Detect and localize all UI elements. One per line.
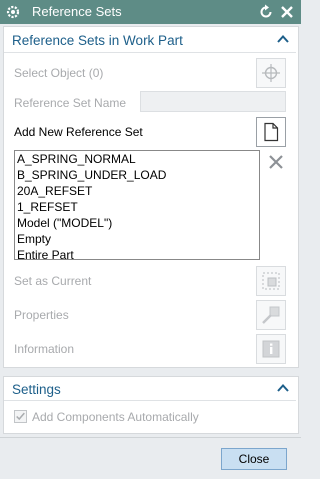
list-item[interactable]: B_SPRING_UNDER_LOAD [15,167,259,183]
title-bar: Reference Sets [0,0,301,24]
add-new-reference-set-button[interactable] [256,117,286,147]
properties-icon [262,306,280,324]
chevron-up-icon[interactable] [277,383,289,393]
section-divider [4,52,296,53]
list-item[interactable]: 20A_REFSET [15,183,259,199]
delete-icon[interactable] [265,151,287,173]
add-components-checkbox[interactable] [14,410,27,423]
reference-set-name-input[interactable] [140,91,286,112]
set-as-current-label: Set as Current [14,274,92,288]
set-current-icon [262,272,280,290]
crosshair-icon [262,64,280,82]
gear-icon [6,5,20,19]
list-item[interactable]: Model ("MODEL") [15,215,259,231]
checkmark-icon [16,412,25,421]
properties-label: Properties [14,308,69,322]
reference-set-list[interactable]: A_SPRING_NORMAL B_SPRING_UNDER_LOAD 20A_… [14,150,260,260]
footer-divider [0,437,301,438]
info-icon [262,340,280,358]
reset-icon[interactable] [258,4,274,20]
set-as-current-button[interactable] [256,266,286,296]
list-item[interactable]: Empty [15,231,259,247]
list-item[interactable]: A_SPRING_NORMAL [15,151,259,167]
select-object-label: Select Object (0) [14,66,104,80]
section-title: Reference Sets in Work Part [12,33,183,48]
properties-button[interactable] [256,300,286,330]
information-label: Information [14,342,75,356]
section-header-work-part[interactable]: Reference Sets in Work Part [3,28,297,52]
reference-set-name-label: Reference Set Name [14,96,127,110]
section-divider [4,400,296,401]
add-new-reference-set-label: Add New Reference Set [14,125,143,139]
section-title: Settings [12,382,61,397]
information-button[interactable] [256,334,286,364]
add-components-label: Add Components Automatically [32,410,199,424]
select-object-button[interactable] [256,58,286,88]
chevron-up-icon[interactable] [277,34,289,44]
new-document-icon [264,122,279,142]
list-item[interactable]: Entire Part [15,247,259,259]
window-title: Reference Sets [32,4,122,19]
list-item[interactable]: 1_REFSET [15,199,259,215]
close-icon[interactable] [279,4,295,20]
close-button[interactable]: Close [221,448,287,470]
section-header-settings[interactable]: Settings [3,377,297,401]
